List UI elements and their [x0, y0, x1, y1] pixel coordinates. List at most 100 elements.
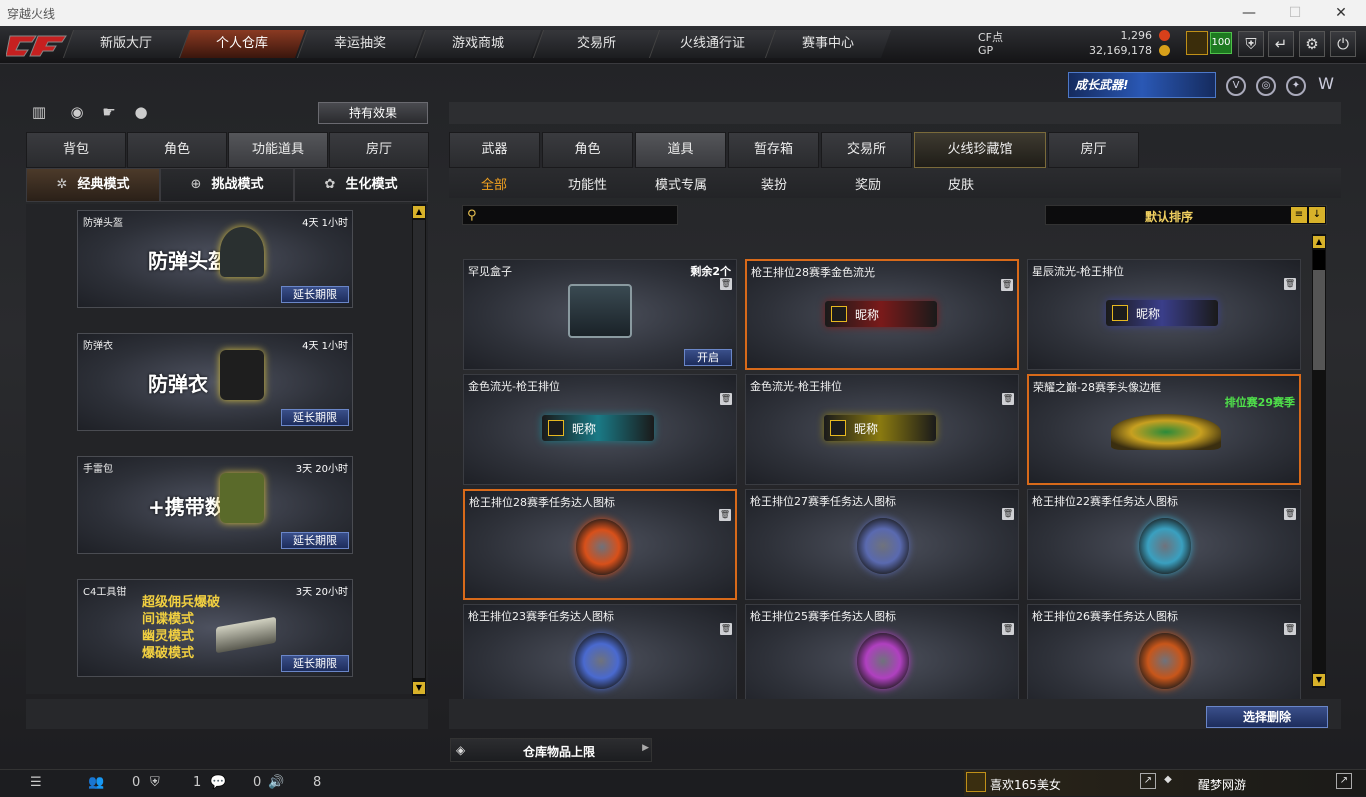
scroll-thumb[interactable] — [1313, 270, 1325, 370]
shield-icon[interactable]: ⛨ — [150, 775, 160, 790]
trash-icon[interactable]: 🗑 — [1002, 623, 1014, 635]
eye-icon[interactable]: ◉ — [66, 101, 88, 123]
cf-coin-icon[interactable] — [1159, 30, 1170, 41]
friends-icon[interactable]: 👥 — [88, 775, 104, 790]
open-button[interactable]: 开启 — [684, 349, 732, 366]
mask-icon[interactable]: ⛨ — [1238, 31, 1264, 57]
scroll-up-icon[interactable]: ▲ — [1313, 236, 1325, 248]
trash-icon[interactable]: 🗑 — [1002, 508, 1014, 520]
warehouse-item-card[interactable]: 防弹头盔 4天 1小时 防弹头盔 延长期限 — [77, 210, 353, 308]
right-tab[interactable]: 房厅 — [1048, 132, 1139, 168]
scroll-up-icon[interactable]: ▲ — [413, 206, 425, 218]
return-icon[interactable]: ↵ — [1268, 31, 1294, 57]
sub-tab[interactable]: 全部 — [481, 174, 507, 193]
medal-icon[interactable]: ✦ — [1286, 76, 1306, 96]
collection-item-card[interactable]: 罕见盒子 剩余2个 🗑 开启 — [463, 259, 737, 370]
collection-item-card[interactable]: 枪王排位28赛季金色流光 🗑 昵称 — [745, 259, 1019, 370]
list-icon[interactable]: ≡ — [1291, 207, 1307, 223]
collection-item-card[interactable]: 金色流光-枪王排位 🗑 昵称 — [463, 374, 737, 485]
left-scrollbar[interactable]: ▲ ▼ — [412, 204, 426, 696]
trash-icon[interactable]: 🗑 — [720, 623, 732, 635]
right-tab[interactable]: 交易所 — [821, 132, 912, 168]
scroll-down-icon[interactable]: ▼ — [1313, 674, 1325, 686]
collection-item-card[interactable]: 枪王排位27赛季任务达人图标 🗑 — [745, 489, 1019, 600]
left-tab[interactable]: 背包 — [26, 132, 126, 168]
hand-icon[interactable]: ☛ — [98, 101, 120, 123]
growth-weapon-banner[interactable]: 成长武器! — [1068, 72, 1216, 98]
extend-duration-button[interactable]: 延长期限 — [281, 655, 349, 672]
left-tab[interactable]: 功能道具 — [228, 132, 328, 168]
expand-arrow-icon[interactable]: ▶ — [642, 743, 649, 753]
trash-icon[interactable]: 🗑 — [720, 393, 732, 405]
collection-item-card[interactable]: 星辰流光-枪王排位 🗑 昵称 — [1027, 259, 1301, 370]
sub-tab[interactable]: 功能性 — [568, 174, 607, 193]
avatar[interactable] — [966, 772, 986, 792]
menu-icon[interactable]: ☰ — [30, 775, 42, 790]
left-tab[interactable]: 角色 — [127, 132, 227, 168]
rank-badge-icon[interactable] — [1186, 31, 1208, 55]
trash-icon[interactable]: 🗑 — [1001, 279, 1013, 291]
ranking-icon[interactable]: ▥ — [28, 101, 50, 123]
sub-tab[interactable]: 装扮 — [761, 174, 787, 193]
trash-icon[interactable]: 🗑 — [719, 509, 731, 521]
collection-item-card[interactable]: 金色流光-枪王排位 🗑 昵称 — [745, 374, 1019, 485]
scroll-track[interactable] — [413, 220, 425, 678]
mode-tab[interactable]: ⊕ 挑战模式 — [160, 168, 294, 202]
nav-tab[interactable]: 幸运抽奖 — [296, 30, 424, 58]
extend-duration-button[interactable]: 延长期限 — [281, 409, 349, 426]
external-link-icon[interactable]: ↗ — [1336, 773, 1352, 789]
close-button[interactable]: ✕ — [1318, 0, 1364, 26]
collection-item-card[interactable]: 枪王排位22赛季任务达人图标 🗑 — [1027, 489, 1301, 600]
sort-dropdown[interactable]: 默认排序 ≡ ↓ — [1045, 205, 1327, 225]
holding-effect-button[interactable]: 持有效果 — [318, 102, 428, 124]
right-tab[interactable]: 暂存箱 — [728, 132, 819, 168]
right-tab[interactable]: 角色 — [542, 132, 633, 168]
warehouse-item-card[interactable]: 手雷包 3天 20小时 +携带数 延长期限 — [77, 456, 353, 554]
extend-duration-button[interactable]: 延长期限 — [281, 532, 349, 549]
sub-tab[interactable]: 模式专属 — [655, 174, 707, 193]
warehouse-item-card[interactable]: 防弹衣 4天 1小时 防弹衣 延长期限 — [77, 333, 353, 431]
globe-icon[interactable]: ◎ — [1256, 76, 1276, 96]
volume-icon[interactable]: 🔊 — [268, 775, 284, 790]
nav-tab[interactable]: 个人仓库 — [178, 30, 306, 58]
warehouse-capacity-bar[interactable]: ◈ 仓库物品上限 ▶ — [450, 738, 652, 762]
w-logo-icon[interactable]: W — [1316, 76, 1336, 96]
search-input[interactable] — [487, 207, 673, 223]
mode-tab[interactable]: ✲ 经典模式 — [26, 168, 160, 202]
collection-item-card[interactable]: 荣耀之巅-28赛季头像边框 排位赛29赛季 — [1027, 374, 1301, 485]
gear-icon[interactable]: ⚙ — [1299, 31, 1325, 57]
nav-tab[interactable]: 游戏商城 — [414, 30, 542, 58]
select-delete-button[interactable]: 选择删除 — [1206, 706, 1328, 728]
scroll-down-icon[interactable]: ▼ — [413, 682, 425, 694]
chat-icon[interactable]: 💬 — [210, 775, 226, 790]
warehouse-item-card[interactable]: C4工具钳 3天 20小时 超级佣兵爆破 间谍模式 幽灵模式 爆破模式 延长期限 — [77, 579, 353, 677]
right-tab[interactable]: 武器 — [449, 132, 540, 168]
mode-tab[interactable]: ✿ 生化模式 — [294, 168, 428, 202]
sub-tab[interactable]: 奖励 — [855, 174, 881, 193]
gp-coin-icon[interactable] — [1159, 45, 1170, 56]
trash-icon[interactable]: 🗑 — [1002, 393, 1014, 405]
trash-icon[interactable]: 🗑 — [1284, 623, 1296, 635]
nav-tab[interactable]: 赛事中心 — [764, 30, 892, 58]
left-tab[interactable]: 房厅 — [329, 132, 429, 168]
extend-duration-button[interactable]: 延长期限 — [281, 286, 349, 303]
external-link-icon[interactable]: ↗ — [1140, 773, 1156, 789]
grid-scrollbar[interactable]: ▲ ▼ — [1312, 234, 1326, 688]
maximize-button[interactable]: ☐ — [1272, 0, 1318, 26]
search-box[interactable]: ⚲ — [462, 205, 678, 225]
nav-tab[interactable]: 交易所 — [532, 30, 660, 58]
sort-arrow-icon[interactable]: ↓ — [1309, 207, 1325, 223]
minimize-button[interactable]: — — [1226, 0, 1272, 26]
trash-icon[interactable]: 🗑 — [720, 278, 732, 290]
power-icon[interactable]: ⏻ — [1330, 31, 1356, 57]
sub-tab[interactable]: 皮肤 — [948, 174, 974, 193]
collection-item-card[interactable]: 枪王排位28赛季任务达人图标 🗑 — [463, 489, 737, 600]
grenade-icon[interactable]: ● — [130, 101, 152, 123]
nav-tab[interactable]: 新版大厅 — [62, 30, 190, 58]
right-tab[interactable]: 火线珍藏馆 — [914, 132, 1046, 168]
right-tab[interactable]: 道具 — [635, 132, 726, 168]
trash-icon[interactable]: 🗑 — [1284, 278, 1296, 290]
nav-tab[interactable]: 火线通行证 — [648, 30, 776, 58]
shield-badge-icon[interactable]: V — [1226, 76, 1246, 96]
trash-icon[interactable]: 🗑 — [1284, 508, 1296, 520]
